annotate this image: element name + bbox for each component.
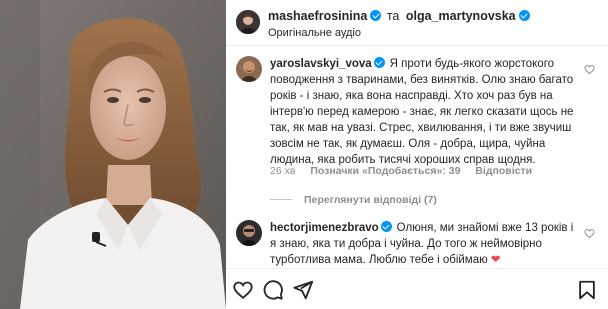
comment-like-heart-icon[interactable] [584,64,595,75]
audio-link[interactable]: Оригінальне аудіо [268,27,361,39]
view-replies-button[interactable]: Переглянути відповіді (7) [270,194,437,206]
author-connector: та [386,9,400,23]
comment-time: 26 хв [270,165,296,177]
post-video-frame[interactable] [0,0,226,309]
comment-text-block: hectorjimenezbravo Олюня, ми знайомі вже … [270,220,576,268]
verified-badge-icon [380,221,392,232]
post-header: mashaefrosinina та olga_martynovska Ориг… [226,0,608,46]
author-username[interactable]: mashaefrosinina [268,9,367,23]
coauthor-username[interactable]: olga_martynovska [406,9,516,23]
commenter-avatar[interactable] [236,56,262,82]
woman-portrait-image [0,0,226,309]
instagram-post-window: mashaefrosinina та olga_martynovska Ориг… [0,0,608,309]
reply-button[interactable]: Відповісти [475,165,532,177]
comment-text-block: yaroslavskyi_vova Я проти будь-якого жорс… [270,56,576,168]
commenter-avatar[interactable] [236,220,262,246]
comment-username[interactable]: hectorjimenezbravo [270,222,379,234]
bookmark-icon[interactable] [576,279,598,301]
verified-badge-icon [370,10,382,21]
comment-text: Я проти будь-якого жорстокого поводження… [270,58,574,166]
view-replies-label: Переглянути відповіді (7) [304,194,437,206]
avatar-image [236,56,262,82]
verified-badge-icon [518,10,530,21]
heart-icon[interactable] [232,279,254,301]
author-avatar[interactable] [236,10,260,34]
comment-likes-count[interactable]: Позначки «Подобається»: 39 [310,165,460,177]
replies-divider [270,199,292,200]
verified-badge-icon [373,57,385,68]
post-details-panel: mashaefrosinina та olga_martynovska Ориг… [226,0,608,309]
comment-meta: 26 хв Позначки «Подобається»: 39 Відпові… [270,165,544,177]
comment-like-heart-icon[interactable] [584,228,595,239]
heart-emoji-icon: ❤ [490,254,501,266]
comment-icon[interactable] [262,279,284,301]
comment-username[interactable]: yaroslavskyi_vova [270,58,372,70]
post-action-bar [226,268,608,309]
post-authors: mashaefrosinina та olga_martynovska [268,9,530,23]
avatar-image [236,220,262,246]
share-icon[interactable] [292,279,314,301]
avatar-image [236,10,260,34]
